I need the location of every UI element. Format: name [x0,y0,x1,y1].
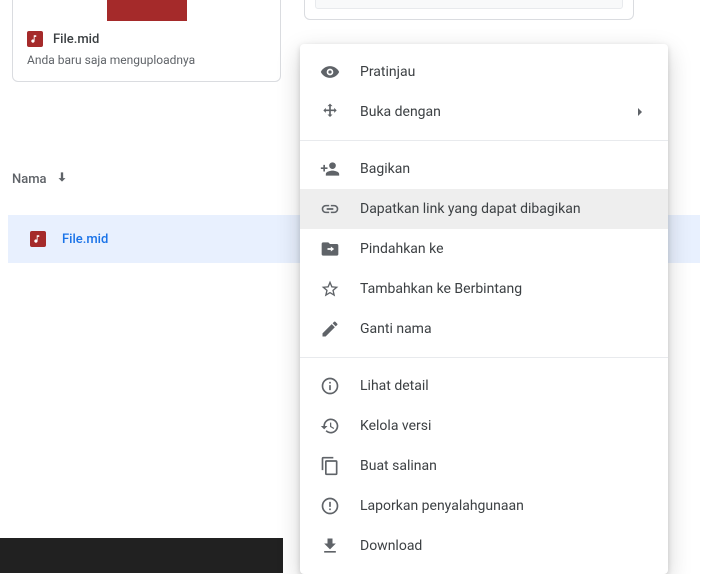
menu-item-rename[interactable]: Ganti nama [300,309,668,349]
menu-label: Tambahkan ke Berbintang [360,281,648,297]
menu-label: Dapatkan link yang dapat dibagikan [360,201,648,217]
menu-label: Download [360,538,648,554]
menu-label: Buat salinan [360,458,648,474]
chevron-right-icon [632,104,648,120]
file-tile[interactable]: 0 File.mid Anda baru saja menguploadnya [12,0,281,82]
menu-label: Laporkan penyalahgunaan [360,498,648,514]
menu-item-versions[interactable]: Kelola versi [300,406,668,446]
star-icon [320,279,340,299]
menu-item-report[interactable]: Laporkan penyalahgunaan [300,486,668,526]
menu-label: Kelola versi [360,418,648,434]
folder-move-icon [320,239,340,259]
sort-arrow-down-icon[interactable] [55,170,69,188]
person-add-icon [320,159,340,179]
menu-item-download[interactable]: Download [300,526,668,566]
menu-item-get-link[interactable]: Dapatkan link yang dapat dibagikan [300,189,668,229]
thumbnail-glyph: 0 [158,0,179,7]
menu-label: Lihat detail [360,378,648,394]
context-menu: Pratinjau Buka dengan Bagikan Dapatkan l… [300,44,668,574]
menu-item-add-star[interactable]: Tambahkan ke Berbintang [300,269,668,309]
eye-icon [320,62,340,82]
menu-label: Buka dengan [360,104,612,120]
footer-bar [0,538,283,573]
file-tile-placeholder-inner [315,0,623,9]
menu-label: Bagikan [360,161,648,177]
move-arrows-icon [320,102,340,122]
menu-item-details[interactable]: Lihat detail [300,366,668,406]
file-tile-name-row: File.mid [27,31,266,47]
menu-separator [300,357,668,358]
menu-label: Ganti nama [360,321,648,337]
menu-item-open-with[interactable]: Buka dengan [300,92,668,132]
menu-item-share[interactable]: Bagikan [300,149,668,189]
file-thumbnail: 0 [107,0,187,21]
menu-item-preview[interactable]: Pratinjau [300,52,668,92]
menu-label: Pratinjau [360,64,648,80]
midi-file-icon [27,31,43,47]
file-tile-meta: File.mid Anda baru saja menguploadnya [13,21,280,81]
menu-item-copy[interactable]: Buat salinan [300,446,668,486]
history-icon [320,416,340,436]
report-icon [320,496,340,516]
menu-label: Pindahkan ke [360,241,648,257]
file-tile-placeholder [304,0,634,20]
copy-icon [320,456,340,476]
file-tile-filename: File.mid [53,32,99,47]
column-header-name[interactable]: Nama [12,172,47,187]
link-icon [320,199,340,219]
file-row-filename: File.mid [62,232,108,247]
pencil-icon [320,319,340,339]
info-icon [320,376,340,396]
midi-file-icon [30,231,46,247]
menu-separator [300,140,668,141]
download-icon [320,536,340,556]
file-thumbnail-area: 0 [13,0,280,21]
menu-item-move-to[interactable]: Pindahkan ke [300,229,668,269]
file-tile-subtitle: Anda baru saja menguploadnya [27,53,266,67]
